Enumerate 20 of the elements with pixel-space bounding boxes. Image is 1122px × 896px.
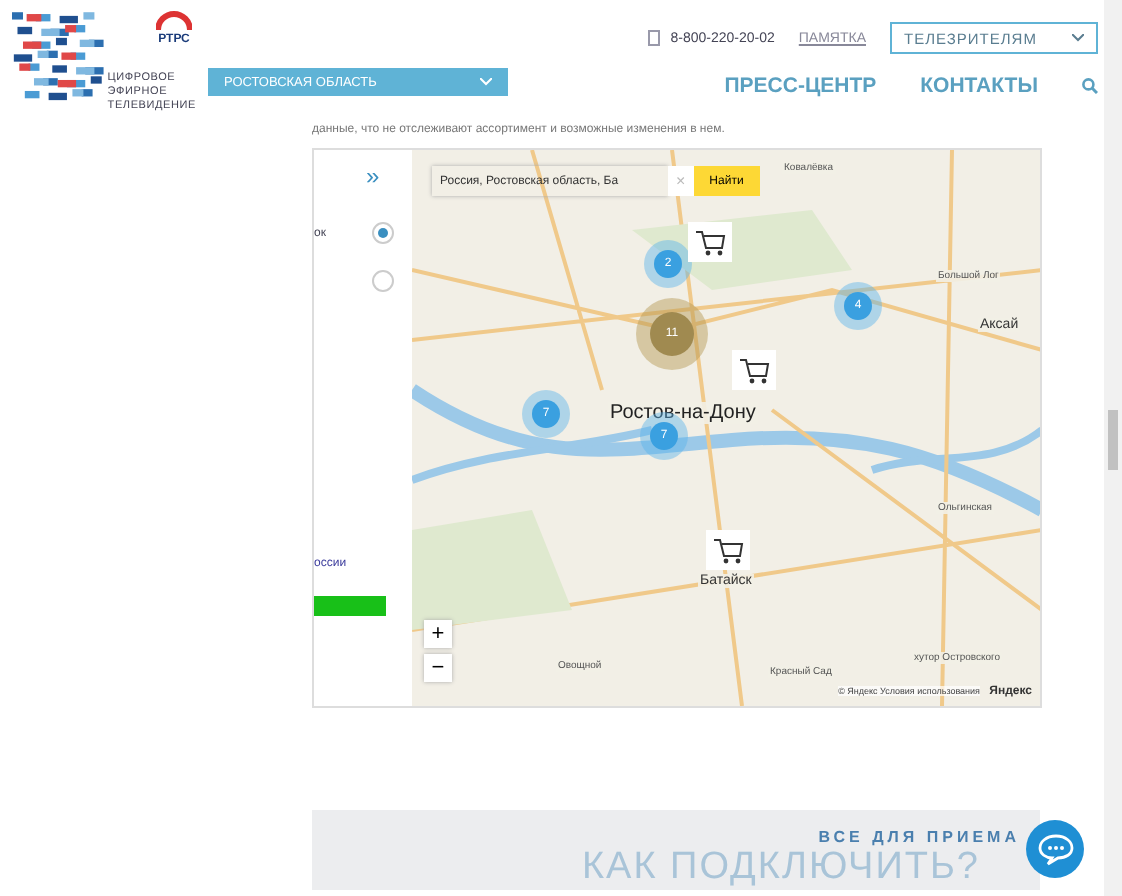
search-icon[interactable] [1082,78,1098,94]
zoom-out-button[interactable]: − [424,654,452,682]
map-label: Ростов-на-Дону [608,402,758,424]
radio-button[interactable] [372,222,394,244]
scrollbar[interactable] [1104,0,1122,896]
clear-button[interactable]: × [668,166,694,196]
expand-button[interactable]: » [366,162,380,190]
arc-icon [156,10,192,30]
chat-button[interactable] [1026,820,1084,878]
banner-subtitle: ВСЕ ДЛЯ ПРИЕМА [818,828,1020,846]
scroll-thumb[interactable] [1108,410,1118,470]
caret-icon [1072,34,1084,42]
zoom-in-button[interactable]: + [424,620,452,648]
caret-icon [480,78,492,86]
banner-title: КАК ПОДКЛЮЧИТЬ? [581,846,980,890]
phone-icon [648,30,661,46]
nav-link[interactable]: ПРЕСС-ЦЕНТР [724,74,877,98]
nav-link[interactable]: КОНТАКТЫ [920,74,1038,98]
chat-icon [1037,833,1073,865]
radio-button[interactable] [372,270,394,292]
